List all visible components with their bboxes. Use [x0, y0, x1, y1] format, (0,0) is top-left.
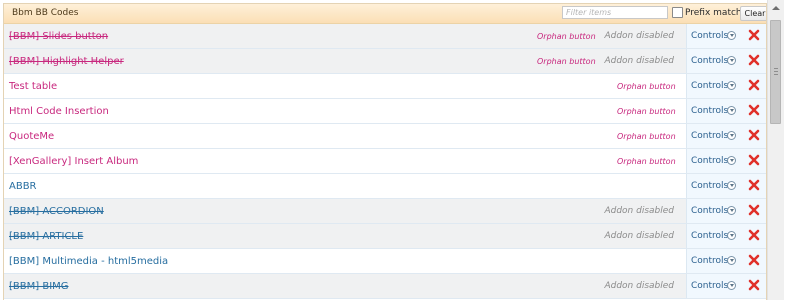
bb-code-name[interactable]: Html Code Insertion [9, 106, 109, 117]
controls-cell: Controls [686, 24, 766, 48]
bb-code-row: Html Code Insertion Orphan button Controls [4, 99, 766, 124]
orphan-button-badge: Orphan button [537, 32, 596, 41]
orphan-button-badge: Orphan button [617, 132, 676, 141]
delete-icon[interactable] [748, 129, 760, 141]
controls-menu-link[interactable]: Controls [691, 231, 728, 241]
chevron-down-icon[interactable] [727, 31, 736, 40]
controls-menu-link[interactable]: Controls [691, 281, 728, 291]
bb-code-name[interactable]: [BBM] ARTICLE [9, 231, 83, 242]
chevron-down-icon[interactable] [727, 106, 736, 115]
chevron-down-icon[interactable] [727, 131, 736, 140]
controls-cell: Controls [686, 274, 766, 298]
delete-icon[interactable] [748, 179, 760, 191]
bb-code-row: [BBM] Slides button Orphan button Addon di… [4, 24, 766, 49]
controls-cell: Controls [686, 49, 766, 73]
chevron-down-icon[interactable] [727, 256, 736, 265]
bb-code-row: Test table Orphan button Controls [4, 74, 766, 99]
controls-menu-link[interactable]: Controls [691, 256, 728, 266]
bb-code-row: [BBM] Multimedia - html5media Controls [4, 249, 766, 274]
bb-code-name[interactable]: [BBM] ACCORDION [9, 206, 104, 217]
addon-disabled-badge: Addon disabled [604, 31, 674, 41]
bb-code-name[interactable]: [XenGallery] Insert Album [9, 156, 138, 167]
controls-menu-link[interactable]: Controls [691, 56, 728, 66]
orphan-button-badge: Orphan button [617, 157, 676, 166]
delete-icon[interactable] [748, 254, 760, 266]
controls-menu-link[interactable]: Controls [691, 31, 728, 41]
delete-icon[interactable] [748, 29, 760, 41]
bb-code-name[interactable]: Test table [9, 81, 57, 92]
prefix-match-checkbox[interactable] [672, 7, 683, 18]
chevron-down-icon[interactable] [727, 56, 736, 65]
controls-cell: Controls [686, 149, 766, 173]
addon-disabled-badge: Addon disabled [604, 56, 674, 66]
filter-items-input[interactable] [562, 6, 668, 19]
scroll-up-arrow-icon[interactable] [768, 0, 784, 17]
bb-code-row: [BBM] BIMG Addon disabled Controls [4, 274, 766, 299]
bb-codes-panel: Bbm BB Codes Prefix match Clear [BBM] Sl… [3, 3, 767, 300]
bb-code-row: [XenGallery] Insert Album Orphan button Co… [4, 149, 766, 174]
controls-menu-link[interactable]: Controls [691, 131, 728, 141]
delete-icon[interactable] [748, 204, 760, 216]
addon-disabled-badge: Addon disabled [604, 206, 674, 216]
chevron-down-icon[interactable] [727, 156, 736, 165]
panel-title: Bbm BB Codes [12, 8, 79, 18]
orphan-button-badge: Orphan button [537, 57, 596, 66]
orphan-button-badge: Orphan button [617, 82, 676, 91]
controls-menu-link[interactable]: Controls [691, 181, 728, 191]
controls-cell: Controls [686, 74, 766, 98]
controls-cell: Controls [686, 124, 766, 148]
bb-code-row: [BBM] ACCORDION Addon disabled Controls [4, 199, 766, 224]
bb-code-list: [BBM] Slides button Orphan button Addon di… [4, 24, 766, 299]
prefix-match-label: Prefix match [685, 8, 742, 18]
panel-header: Bbm BB Codes Prefix match Clear [4, 4, 766, 24]
chevron-down-icon[interactable] [727, 206, 736, 215]
controls-cell: Controls [686, 174, 766, 198]
delete-icon[interactable] [748, 104, 760, 116]
bb-code-name[interactable]: [BBM] Highlight Helper [9, 56, 124, 67]
controls-menu-link[interactable]: Controls [691, 156, 728, 166]
controls-cell: Controls [686, 249, 766, 273]
addon-disabled-badge: Addon disabled [604, 281, 674, 291]
delete-icon[interactable] [748, 279, 760, 291]
chevron-down-icon[interactable] [727, 281, 736, 290]
controls-menu-link[interactable]: Controls [691, 106, 728, 116]
vertical-scrollbar[interactable] [767, 0, 784, 300]
scroll-thumb[interactable] [770, 20, 781, 124]
bb-code-name[interactable]: [BBM] BIMG [9, 281, 69, 292]
chevron-down-icon[interactable] [727, 231, 736, 240]
chevron-down-icon[interactable] [727, 81, 736, 90]
controls-cell: Controls [686, 199, 766, 223]
bb-code-name[interactable]: [BBM] Slides button [9, 31, 108, 42]
delete-icon[interactable] [748, 154, 760, 166]
controls-cell: Controls [686, 99, 766, 123]
controls-menu-link[interactable]: Controls [691, 81, 728, 91]
orphan-button-badge: Orphan button [617, 107, 676, 116]
bb-code-row: QuoteMe Orphan button Controls [4, 124, 766, 149]
bb-code-row: [BBM] ARTICLE Addon disabled Controls [4, 224, 766, 249]
delete-icon[interactable] [748, 229, 760, 241]
controls-menu-link[interactable]: Controls [691, 206, 728, 216]
bb-code-row: ABBR Controls [4, 174, 766, 199]
chevron-down-icon[interactable] [727, 181, 736, 190]
addon-disabled-badge: Addon disabled [604, 231, 674, 241]
delete-icon[interactable] [748, 54, 760, 66]
bb-code-name[interactable]: QuoteMe [9, 131, 54, 142]
clear-button[interactable]: Clear [740, 6, 766, 21]
delete-icon[interactable] [748, 79, 760, 91]
bb-code-row: [BBM] Highlight Helper Orphan button Addon… [4, 49, 766, 74]
bb-code-name[interactable]: [BBM] Multimedia - html5media [9, 256, 168, 267]
controls-cell: Controls [686, 224, 766, 248]
bb-code-name[interactable]: ABBR [9, 181, 37, 192]
